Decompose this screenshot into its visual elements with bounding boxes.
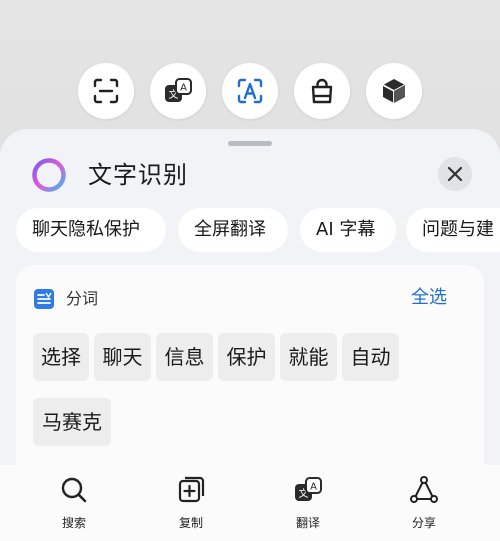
action-label: 翻译 (295, 516, 320, 530)
top-toolbar: 文 A (0, 63, 500, 119)
word-segmentation-card: 分词 全选 选择 聊天 信息 保护 就能 自动 马赛克 (16, 265, 484, 465)
search-icon (61, 477, 87, 503)
share-action[interactable]: 分享 (394, 475, 454, 535)
shopping-tool-button[interactable] (294, 63, 350, 119)
word-chip[interactable]: 马赛克 (33, 398, 111, 446)
sheet-title: 文字识别 (88, 161, 188, 189)
select-all-button[interactable]: 全选 (411, 285, 447, 311)
word-chip[interactable]: 聊天 (94, 333, 151, 381)
word-chip[interactable]: 自动 (342, 333, 399, 381)
action-label: 搜索 (61, 516, 86, 530)
search-action[interactable]: 搜索 (44, 475, 104, 535)
document-text-icon (34, 289, 54, 309)
close-icon (447, 166, 463, 182)
translate-tool-button[interactable]: 文 A (150, 63, 206, 119)
copy-action[interactable]: 复制 (161, 475, 221, 535)
text-recognition-tool-button[interactable] (222, 63, 278, 119)
word-chip[interactable]: 选择 (33, 333, 89, 381)
action-label: 复制 (178, 516, 203, 530)
chip-fullscreen-translate[interactable]: 全屏翻译 (178, 208, 288, 252)
word-chip[interactable]: 保护 (218, 333, 275, 381)
scan-button[interactable] (78, 63, 134, 119)
chip-feedback[interactable]: 问题与建 (406, 208, 500, 252)
svg-text:A: A (310, 482, 317, 493)
action-bar: 搜索 复制 文 A 翻译 分享 (0, 465, 500, 541)
translate-icon: 文 A (295, 477, 322, 501)
scan-icon (93, 78, 119, 104)
chip-chat-privacy[interactable]: 聊天隐私保护 (16, 208, 166, 252)
share-icon (410, 476, 438, 503)
shopping-bag-icon (311, 78, 333, 104)
word-chip[interactable]: 就能 (280, 333, 337, 381)
translate-action[interactable]: 文 A 翻译 (278, 475, 338, 535)
close-button[interactable] (438, 157, 472, 191)
text-recognition-sheet: 文字识别 聊天隐私保护 全屏翻译 AI 字幕 问题与建 分词 全选 选择 聊天 … (0, 129, 500, 541)
sheet-grabber[interactable] (228, 141, 272, 146)
action-label: 分享 (411, 516, 436, 530)
cube-icon (382, 79, 406, 103)
text-recognition-icon (237, 78, 263, 104)
cube-tool-button[interactable] (366, 63, 422, 119)
assistant-logo-icon (32, 158, 66, 192)
word-chip[interactable]: 信息 (156, 333, 213, 381)
copy-icon (178, 476, 205, 503)
svg-text:A: A (180, 83, 187, 94)
card-title: 分词 (66, 289, 99, 308)
chip-ai-subtitles[interactable]: AI 字幕 (300, 208, 396, 252)
translate-icon: 文 A (165, 78, 192, 102)
